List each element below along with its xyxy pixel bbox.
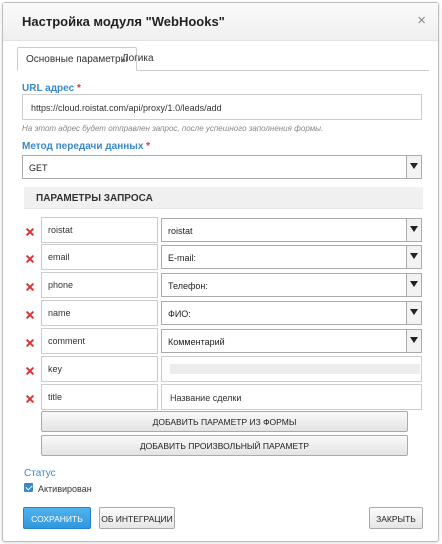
param-value-select[interactable]: E-mail:	[161, 245, 422, 269]
chevron-down-icon	[406, 274, 421, 296]
method-select[interactable]: GET	[22, 155, 422, 179]
url-hint: На этот адрес будет отправлен запрос, по…	[22, 124, 324, 133]
param-value-select[interactable]: Комментарий	[161, 329, 422, 353]
remove-param-icon[interactable]	[26, 367, 34, 375]
url-label: URL адрес *	[22, 83, 81, 94]
remove-param-icon[interactable]	[26, 228, 34, 236]
required-mark: *	[76, 83, 81, 94]
param-value-text: ФИО:	[168, 309, 191, 319]
param-value-select[interactable]: roistat	[161, 218, 422, 242]
status-label: Статус	[24, 468, 56, 479]
chevron-down-icon	[406, 219, 421, 241]
chevron-down-icon	[406, 156, 421, 178]
chevron-down-icon	[406, 330, 421, 352]
required-mark: *	[146, 141, 151, 152]
chevron-down-icon	[406, 246, 421, 268]
dialog-title: Настройка модуля "WebHooks"	[22, 14, 225, 29]
param-value-text: Телефон:	[168, 281, 208, 291]
remove-param-icon[interactable]	[26, 311, 34, 319]
chevron-down-icon	[406, 302, 421, 324]
remove-param-icon[interactable]	[26, 283, 34, 291]
param-value-input[interactable]	[161, 356, 422, 382]
masked-value	[170, 364, 420, 374]
activated-checkbox[interactable]	[24, 483, 33, 492]
param-name-input[interactable]: phone	[41, 272, 158, 298]
close-button[interactable]: ЗАКРЫТЬ	[369, 507, 423, 529]
param-name-input[interactable]: comment	[41, 328, 158, 354]
param-value-text: roistat	[168, 226, 193, 236]
about-integration-button[interactable]: ОБ ИНТЕГРАЦИИ	[99, 507, 175, 529]
remove-param-icon[interactable]	[26, 255, 34, 263]
save-button[interactable]: СОХРАНИТЬ	[23, 507, 91, 529]
param-name-input[interactable]: title	[41, 384, 158, 410]
url-input[interactable]: https://cloud.roistat.com/api/proxy/1.0/…	[22, 94, 422, 120]
activated-label: Активирован	[38, 484, 92, 494]
param-value-text: E-mail:	[168, 253, 197, 263]
request-params-header: ПАРАМЕТРЫ ЗАПРОСА	[24, 187, 423, 209]
param-name-input[interactable]: key	[41, 356, 158, 382]
close-icon[interactable]: ×	[417, 12, 426, 30]
tab-logic[interactable]: Логика	[114, 47, 162, 71]
method-label: Метод передачи данных *	[22, 141, 150, 152]
method-select-value: GET	[29, 163, 48, 173]
remove-param-icon[interactable]	[26, 395, 34, 403]
param-value-text: Комментарий	[168, 337, 225, 347]
remove-param-icon[interactable]	[26, 339, 34, 347]
webhooks-settings-dialog: Настройка модуля "WebHooks" × Основные п…	[2, 2, 439, 542]
add-param-from-form-button[interactable]: ДОБАВИТЬ ПАРАМЕТР ИЗ ФОРМЫ	[41, 411, 408, 432]
param-value-input[interactable]: Название сделки	[161, 384, 422, 410]
tab-bar: Основные параметры Логика	[17, 47, 429, 71]
url-label-text: URL адрес	[22, 83, 75, 94]
dialog-header: Настройка модуля "WebHooks" ×	[3, 3, 438, 41]
param-name-input[interactable]: name	[41, 300, 158, 326]
method-label-text: Метод передачи данных	[22, 141, 144, 152]
param-value-select[interactable]: ФИО:	[161, 301, 422, 325]
add-custom-param-button[interactable]: ДОБАВИТЬ ПРОИЗВОЛЬНЫЙ ПАРАМЕТР	[41, 435, 408, 456]
param-name-input[interactable]: email	[41, 244, 158, 270]
param-name-input[interactable]: roistat	[41, 217, 158, 243]
param-value-select[interactable]: Телефон:	[161, 273, 422, 297]
